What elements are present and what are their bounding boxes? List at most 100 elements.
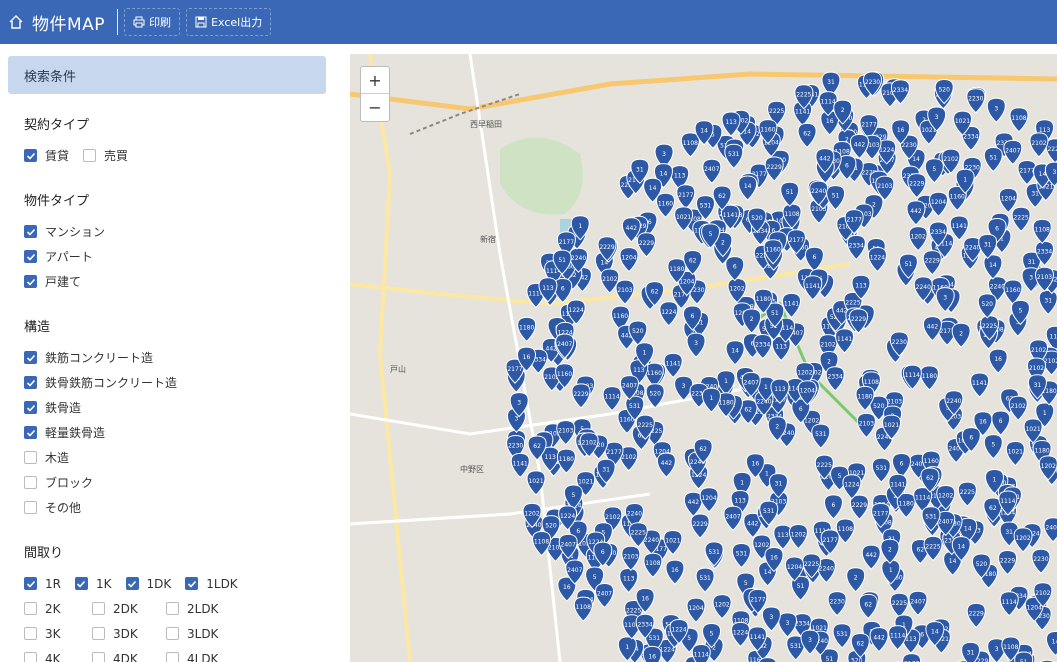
checkbox-checked-icon[interactable]: [24, 225, 37, 238]
property-house-option[interactable]: 戸建て: [24, 269, 105, 294]
marker-label: 113: [776, 343, 788, 350]
property-marker[interactable]: 2177: [902, 653, 922, 662]
checkbox-unchecked-icon[interactable]: [166, 652, 179, 662]
structure-wood-option[interactable]: 木造: [24, 445, 177, 470]
marker-label: 520: [751, 215, 763, 222]
checkbox-checked-icon[interactable]: [24, 577, 37, 590]
layout-1k-option[interactable]: 1K: [74, 577, 112, 591]
layout-2ldk-option[interactable]: 2LDK: [166, 602, 218, 616]
contract-sale-option[interactable]: 売買: [83, 147, 128, 164]
marker-label: 14: [931, 629, 939, 636]
marker-label: 1021: [578, 479, 593, 486]
checkbox-checked-icon[interactable]: [24, 351, 37, 364]
marker-label: 1202: [1041, 463, 1056, 470]
checkbox-unchecked-icon[interactable]: [24, 627, 37, 640]
property-apartment-option[interactable]: アパート: [24, 244, 105, 269]
property-marker[interactable]: 1114: [691, 644, 711, 662]
print-button[interactable]: 印刷: [124, 8, 181, 36]
checkbox-checked-icon[interactable]: [24, 426, 37, 439]
checkbox-unchecked-icon[interactable]: [24, 652, 37, 662]
marker-label: 2103: [877, 183, 892, 190]
marker-label: 14: [957, 544, 965, 551]
marker-label: 2407: [744, 379, 759, 386]
zoom-in-button[interactable]: +: [361, 67, 389, 94]
marker-label: 442: [626, 225, 638, 232]
structure-block-option[interactable]: ブロック: [24, 470, 177, 495]
zoom-out-button[interactable]: −: [361, 94, 389, 121]
structure-rc-option[interactable]: 鉄筋コンクリート造: [24, 345, 177, 370]
marker-label: 14: [1052, 638, 1057, 645]
checkbox-checked-icon[interactable]: [24, 275, 37, 288]
checkbox-checked-icon[interactable]: [185, 577, 199, 590]
marker-label: 1204: [1001, 195, 1016, 202]
marker-label: 3: [1052, 169, 1056, 176]
checkbox-checked-icon[interactable]: [24, 401, 37, 414]
layout-1ldk-option[interactable]: 1LDK: [185, 577, 238, 591]
contract-rent-option[interactable]: 賃貸: [24, 147, 69, 164]
marker-label: 1202: [754, 542, 769, 549]
contract-type-heading: 契約タイプ: [24, 118, 90, 133]
brand[interactable]: 物件MAP: [0, 0, 105, 44]
map-canvas[interactable]: 2334240711412177116011082103210232311516…: [350, 54, 1057, 662]
checkbox-unchecked-icon[interactable]: [92, 602, 105, 615]
checkbox-unchecked-icon[interactable]: [92, 627, 105, 640]
marker-label: 113: [1050, 333, 1057, 340]
marker-label: 2102: [1031, 140, 1046, 147]
marker-label: 1141: [750, 634, 765, 641]
layout-4dk-option[interactable]: 4DK: [92, 652, 152, 662]
option-label: 3K: [45, 626, 61, 641]
checkbox-checked-icon[interactable]: [125, 577, 139, 590]
layout-3k-option[interactable]: 3K: [24, 627, 78, 641]
checkbox-unchecked-icon[interactable]: [24, 476, 37, 489]
layout-2dk-option[interactable]: 2DK: [92, 602, 152, 616]
layout-3dk-option[interactable]: 3DK: [92, 627, 152, 641]
marker-label: 1108: [1003, 644, 1018, 651]
layout-2k-option[interactable]: 2K: [24, 602, 78, 616]
structure-src-option[interactable]: 鉄骨鉄筋コンクリート造: [24, 370, 177, 395]
property-mansion-option[interactable]: マンション: [24, 219, 105, 244]
marker-label: 1141: [784, 300, 799, 307]
marker-label: 2240: [946, 398, 961, 405]
layout-3ldk-option[interactable]: 3LDK: [166, 627, 218, 641]
structure-other-option[interactable]: その他: [24, 495, 177, 520]
checkbox-unchecked-icon[interactable]: [83, 149, 97, 162]
checkbox-unchecked-icon[interactable]: [24, 602, 37, 615]
marker-label: 2240: [571, 255, 586, 262]
checkbox-unchecked-icon[interactable]: [92, 652, 105, 662]
marker-label: 2: [721, 240, 725, 247]
marker-label: 1180: [899, 500, 914, 507]
marker-label: 3: [808, 637, 812, 644]
search-conditions-header[interactable]: 検索条件: [8, 56, 326, 94]
marker-label: 31: [775, 481, 783, 488]
marker-label: 31: [984, 241, 992, 248]
checkbox-checked-icon[interactable]: [74, 577, 88, 590]
checkbox-checked-icon[interactable]: [24, 250, 37, 263]
layout-1r-option[interactable]: 1R: [24, 577, 61, 591]
checkbox-unchecked-icon[interactable]: [166, 627, 179, 640]
layout-4ldk-option[interactable]: 4LDK: [166, 652, 218, 662]
excel-export-button[interactable]: Excel出力: [186, 8, 272, 36]
app-title: 物件MAP: [32, 14, 106, 35]
marker-label: 6: [813, 254, 817, 261]
checkbox-unchecked-icon[interactable]: [24, 451, 37, 464]
property-marker[interactable]: 31: [961, 641, 981, 662]
checkbox-checked-icon[interactable]: [24, 149, 37, 162]
marker-label: 1160: [950, 193, 965, 200]
structure-steel-option[interactable]: 鉄骨造: [24, 395, 177, 420]
property-map[interactable]: 2334240711412177116011082103210232311516…: [350, 54, 1057, 662]
marker-label: 6: [832, 502, 836, 509]
marker-label: 1108: [576, 604, 591, 611]
structure-light-steel-option[interactable]: 軽量鉄骨造: [24, 420, 177, 445]
marker-label: 6: [969, 435, 973, 442]
layout-4k-option[interactable]: 4K: [24, 652, 78, 662]
option-label: 賃貸: [45, 149, 70, 163]
marker-label: 5: [593, 574, 597, 581]
marker-label: 1202: [938, 492, 953, 499]
property-marker[interactable]: 16: [642, 645, 662, 662]
checkbox-unchecked-icon[interactable]: [166, 602, 179, 615]
checkbox-checked-icon[interactable]: [24, 376, 37, 389]
marker-label: 62: [744, 407, 752, 414]
marker-label: 14: [989, 262, 997, 269]
checkbox-unchecked-icon[interactable]: [24, 501, 37, 514]
layout-1dk-option[interactable]: 1DK: [125, 577, 171, 591]
